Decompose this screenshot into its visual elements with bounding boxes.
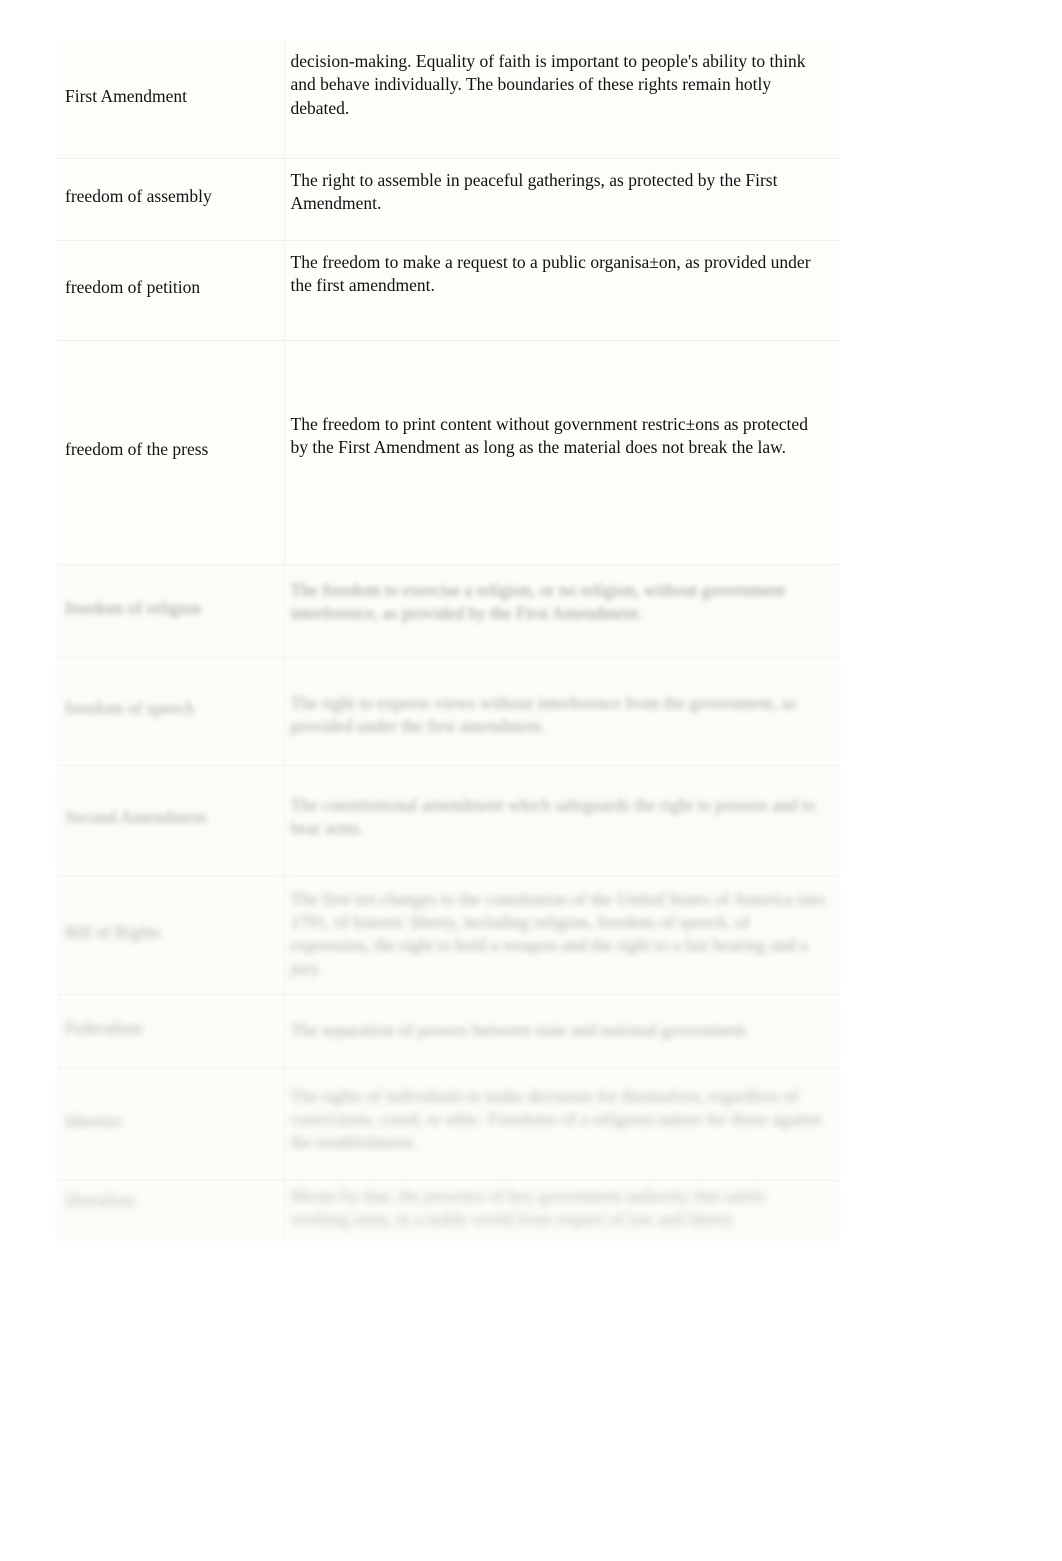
table-row: freedom of speech The right to express v… bbox=[57, 657, 840, 765]
table-row: Second Amendment The constitutional amen… bbox=[57, 765, 840, 875]
term-cell: Second Amendment bbox=[57, 765, 285, 875]
definition-cell: The freedom to make a request to a publi… bbox=[284, 240, 840, 340]
term-cell: freedom of petition bbox=[57, 240, 285, 340]
table-row: freedom of assembly The right to assembl… bbox=[57, 158, 840, 240]
definition-cell: The freedom to print content without gov… bbox=[284, 340, 840, 564]
table-row: freedom of petition The freedom to make … bbox=[57, 240, 840, 340]
definition-cell: The right to express views without inter… bbox=[284, 657, 840, 765]
term-cell: Bill of Rights bbox=[57, 875, 285, 994]
table-row: freedom of the press The freedom to prin… bbox=[57, 340, 840, 564]
definition-cell: decision-making. Equality of faith is im… bbox=[284, 40, 840, 158]
table-row: freedom of religion The freedom to exerc… bbox=[57, 564, 840, 657]
document-page: First Amendment decision-making. Equalit… bbox=[0, 0, 1062, 1561]
term-cell: Federalism bbox=[57, 994, 285, 1068]
term-cell: liberalism bbox=[57, 1180, 285, 1242]
table-row: liberties The rights of individuals to m… bbox=[57, 1068, 840, 1180]
page-bottom-fade bbox=[40, 1240, 860, 1310]
definition-cell: The right to assemble in peaceful gather… bbox=[284, 158, 840, 240]
table-row: Bill of Rights The first ten changes to … bbox=[57, 875, 840, 994]
glossary-table-body: First Amendment decision-making. Equalit… bbox=[57, 40, 840, 1242]
term-cell: liberties bbox=[57, 1068, 285, 1180]
term-cell: freedom of religion bbox=[57, 564, 285, 657]
term-cell: freedom of assembly bbox=[57, 158, 285, 240]
definition-cell: The rights of individuals to make decisi… bbox=[284, 1068, 840, 1180]
term-cell: First Amendment bbox=[57, 40, 285, 158]
table-row: liberalism Means by that, the presence o… bbox=[57, 1180, 840, 1242]
term-cell: freedom of the press bbox=[57, 340, 285, 564]
glossary-table: First Amendment decision-making. Equalit… bbox=[57, 40, 840, 1242]
definition-cell: The first ten changes to the constitutio… bbox=[284, 875, 840, 994]
definition-cell: The freedom to exercise a religion, or n… bbox=[284, 564, 840, 657]
definition-cell: Means by that, the presence of key gover… bbox=[284, 1180, 840, 1242]
definition-cell: The separation of powers between state a… bbox=[284, 994, 840, 1068]
table-row: Federalism The separation of powers betw… bbox=[57, 994, 840, 1068]
term-cell: freedom of speech bbox=[57, 657, 285, 765]
table-row: First Amendment decision-making. Equalit… bbox=[57, 40, 840, 158]
definition-cell: The constitutional amendment which safeg… bbox=[284, 765, 840, 875]
